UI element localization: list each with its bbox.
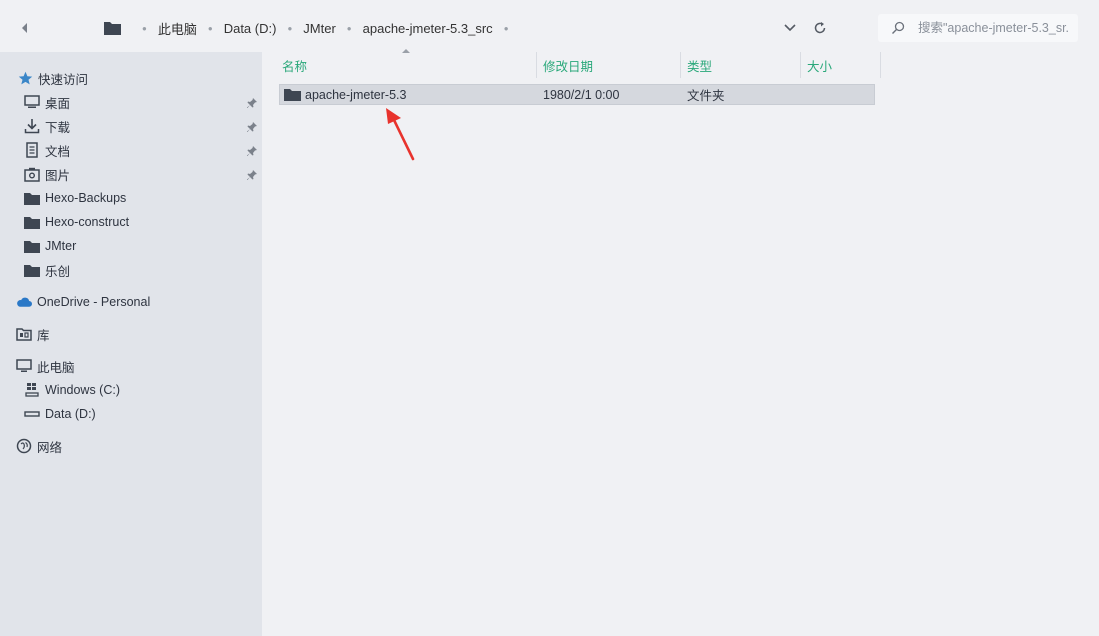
search-input[interactable] (918, 21, 1068, 35)
pin-icon (247, 146, 257, 156)
nav-label: Hexo-Backups (45, 191, 127, 205)
file-name: apache-jmeter-5.3 (305, 87, 407, 102)
annotation-arrow-icon (386, 108, 415, 161)
nav-label: 此电脑 (37, 360, 75, 375)
desktop-icon (24, 94, 40, 110)
column-header-modified[interactable]: 修改日期 (543, 52, 680, 78)
nav-item-desktop[interactable]: 桌面 (24, 92, 70, 112)
chevron-left-icon (22, 23, 27, 33)
file-modified: 1980/2/1 0:00 (543, 87, 620, 102)
nav-item-windows-drive[interactable]: Windows (C:) (24, 380, 120, 400)
column-divider[interactable] (536, 52, 537, 78)
refresh-icon (814, 22, 826, 34)
network-icon (16, 438, 32, 454)
column-divider[interactable] (680, 52, 681, 78)
nav-item-lechuang[interactable]: 乐创 (24, 260, 70, 280)
nav-label: 桌面 (45, 96, 71, 111)
computer-icon (16, 358, 32, 374)
refresh-button[interactable] (809, 17, 831, 39)
folder-icon (284, 89, 301, 101)
file-modified-cell: 1980/2/1 0:00 (543, 85, 619, 104)
breadcrumb-item-data-drive[interactable]: Data (D:) (224, 21, 277, 36)
column-divider[interactable] (800, 52, 801, 78)
nav-item-downloads[interactable]: 下载 (24, 116, 70, 136)
nav-item-jmter[interactable]: JMter (24, 236, 76, 256)
nav-label: Windows (C:) (45, 383, 121, 397)
column-header-type[interactable]: 类型 (687, 52, 800, 78)
breadcrumb-item-jmter[interactable]: JMter (303, 21, 336, 36)
nav-label: 网络 (37, 440, 63, 455)
column-divider[interactable] (880, 52, 881, 78)
column-header-name[interactable]: 名称 (282, 52, 536, 78)
column-label: 大小 (807, 59, 833, 74)
folder-icon (24, 190, 40, 206)
nav-item-pictures[interactable]: 图片 (24, 164, 70, 184)
nav-item-hexo-backups[interactable]: Hexo-Backups (24, 188, 126, 208)
folder-icon (24, 238, 40, 254)
breadcrumb-separator[interactable]: ● (504, 24, 509, 33)
column-label: 类型 (687, 59, 713, 74)
breadcrumb-item-this-pc[interactable]: 此电脑 (158, 19, 197, 38)
toolbar: ● 此电脑 ● Data (D:) ● JMter ● apache-jmete… (0, 0, 1099, 52)
nav-label: 快速访问 (38, 72, 89, 87)
file-type-cell: 文件夹 (687, 85, 725, 104)
column-label: 修改日期 (543, 59, 594, 74)
cloud-icon (16, 294, 32, 310)
nav-item-hexo-construct[interactable]: Hexo-construct (24, 212, 129, 232)
table-row[interactable]: apache-jmeter-5.3 1980/2/1 0:00 文件夹 (279, 84, 875, 105)
folder-icon (104, 22, 121, 35)
nav-onedrive[interactable]: OneDrive - Personal (16, 292, 150, 312)
star-icon (17, 70, 33, 86)
file-type: 文件夹 (687, 89, 725, 103)
picture-icon (24, 166, 40, 182)
nav-item-data-drive[interactable]: Data (D:) (24, 404, 96, 424)
nav-quick-access[interactable]: 快速访问 (17, 68, 88, 88)
breadcrumb-separator: ● (346, 23, 352, 33)
breadcrumb: ● 此电脑 ● Data (D:) ● JMter ● apache-jmete… (104, 17, 520, 39)
address-dropdown-button[interactable] (780, 17, 800, 39)
pin-icon (247, 170, 257, 180)
column-header-size[interactable]: 大小 (807, 52, 880, 78)
nav-library[interactable]: 库 (16, 324, 50, 344)
document-icon (24, 142, 40, 158)
breadcrumb-separator: ● (287, 23, 293, 33)
nav-label: 乐创 (45, 264, 71, 279)
column-label: 名称 (282, 59, 308, 74)
library-icon (16, 326, 32, 342)
breadcrumb-item-src[interactable]: apache-jmeter-5.3_src (363, 21, 493, 36)
nav-this-pc[interactable]: 此电脑 (16, 356, 75, 376)
nav-label: OneDrive - Personal (37, 295, 151, 309)
folder-icon (24, 262, 40, 278)
nav-network[interactable]: 网络 (16, 436, 62, 456)
breadcrumb-separator: ● (207, 23, 213, 33)
back-button[interactable] (14, 17, 36, 39)
search-box[interactable] (878, 14, 1078, 42)
windows-drive-icon (24, 382, 40, 398)
nav-item-documents[interactable]: 文档 (24, 140, 70, 160)
folder-icon (24, 214, 40, 230)
nav-label: JMter (45, 239, 77, 253)
nav-label: 图片 (45, 168, 71, 183)
nav-label: Data (D:) (45, 407, 96, 421)
drive-icon (24, 406, 40, 422)
navigation-pane: 快速访问 桌面 下载 文档 图片 Hexo-Backups Hexo-const… (0, 52, 262, 636)
search-icon (892, 21, 905, 34)
pin-icon (247, 98, 257, 108)
download-icon (24, 118, 40, 134)
breadcrumb-separator: ● (142, 23, 147, 33)
file-name-cell: apache-jmeter-5.3 (284, 85, 406, 104)
nav-label: 库 (37, 328, 50, 343)
chevron-down-icon (784, 24, 796, 32)
nav-label: 文档 (45, 144, 71, 159)
pin-icon (247, 122, 257, 132)
nav-label: Hexo-construct (45, 215, 130, 229)
nav-label: 下载 (45, 120, 71, 135)
